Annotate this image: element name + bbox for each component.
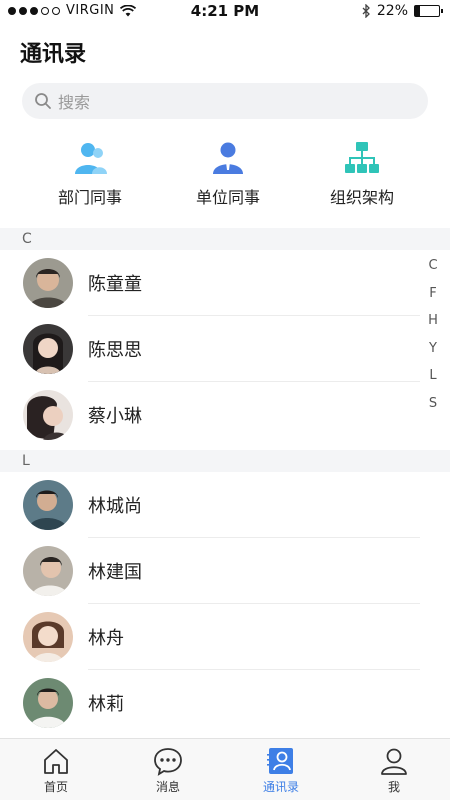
tab-label: 首页 <box>43 780 68 794</box>
status-bar: VIRGIN 4:21 PM 22% <box>0 0 450 24</box>
index-letter-y[interactable]: Y <box>424 335 442 363</box>
list-item[interactable]: 林城尚 <box>0 472 420 538</box>
list-item[interactable]: 林建国 <box>0 538 420 604</box>
tab-messages[interactable]: 消息 <box>112 739 224 800</box>
section-header-l: L <box>0 450 450 472</box>
tab-label: 通讯录 <box>262 780 299 794</box>
tab-label: 消息 <box>155 780 180 794</box>
status-right: 22% <box>362 3 443 19</box>
tab-bar: 首页 消息 通讯录 我 <box>0 738 450 800</box>
avatar <box>23 390 73 440</box>
department-colleagues-button[interactable]: 部门同事 <box>20 140 160 208</box>
org-structure-button[interactable]: 组织架构 <box>292 140 432 208</box>
contact-name: 蔡小琳 <box>88 406 142 427</box>
org-structure-icon <box>345 142 379 173</box>
battery-percent: 22% <box>376 3 408 19</box>
shortcut-label: 组织架构 <box>329 188 394 207</box>
list-item[interactable]: 陈思思 <box>0 316 420 382</box>
shortcut-label: 单位同事 <box>195 188 260 207</box>
alphabet-index[interactable]: C F H Y L S <box>424 252 442 417</box>
department-colleagues-icon <box>75 143 107 174</box>
avatar <box>23 324 73 374</box>
home-icon <box>44 749 68 774</box>
unit-colleagues-button[interactable]: 单位同事 <box>158 140 298 208</box>
search-placeholder: 搜索 <box>58 93 91 112</box>
list-item[interactable]: 林莉 <box>0 670 420 736</box>
shortcut-row: 部门同事 单位同事 组织架构 <box>0 140 450 210</box>
contact-name: 林舟 <box>88 628 124 649</box>
tab-label: 我 <box>387 780 400 794</box>
avatar <box>23 678 73 728</box>
index-letter-c[interactable]: C <box>424 252 442 280</box>
page-title: 通讯录 <box>20 42 87 67</box>
tab-contacts[interactable]: 通讯录 <box>225 739 337 800</box>
contact-name: 林城尚 <box>88 496 142 517</box>
search-input[interactable]: 搜索 <box>22 83 428 119</box>
index-letter-f[interactable]: F <box>424 280 442 308</box>
index-letter-s[interactable]: S <box>424 390 442 418</box>
avatar <box>23 612 73 662</box>
index-letter-h[interactable]: H <box>424 307 442 335</box>
message-icon <box>154 748 182 776</box>
list-item[interactable]: 林舟 <box>0 604 420 670</box>
section-header-c: C <box>0 228 450 250</box>
index-letter-l[interactable]: L <box>424 362 442 390</box>
tab-home[interactable]: 首页 <box>0 739 112 800</box>
battery-icon <box>414 5 443 17</box>
list-item[interactable]: 陈童童 <box>0 250 420 316</box>
search-icon <box>35 93 51 109</box>
bluetooth-icon <box>362 4 370 18</box>
contact-name: 陈童童 <box>88 274 142 295</box>
profile-icon <box>381 748 407 775</box>
avatar <box>23 258 73 308</box>
avatar <box>23 546 73 596</box>
contact-name: 林莉 <box>88 694 124 715</box>
contact-name: 陈思思 <box>88 340 142 361</box>
shortcut-label: 部门同事 <box>57 188 122 207</box>
contact-name: 林建国 <box>88 562 142 583</box>
avatar <box>23 480 73 530</box>
tab-me[interactable]: 我 <box>338 739 450 800</box>
unit-colleagues-icon <box>213 142 243 174</box>
list-item[interactable]: 蔡小琳 <box>0 382 420 448</box>
contacts-icon <box>267 748 293 774</box>
